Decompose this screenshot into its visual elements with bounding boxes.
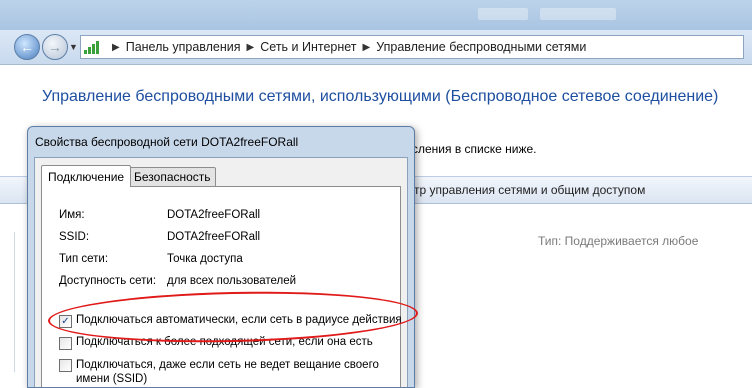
network-type-detail: Тип: Поддерживается любое [538,234,699,248]
dialog-body: Подключение Безопасность Имя: DOTA2freeF… [34,157,408,387]
breadcrumb-chevron-icon: ▶ [362,41,371,53]
auto-connect-label: Подключаться автоматически, если сеть в … [76,314,402,326]
connection-tab-page: Имя: DOTA2freeFORall SSID: DOTA2freeFORa… [41,186,402,387]
tab-security[interactable]: Безопасность [129,167,216,186]
navigation-bar: ← → ▼ ▶ Панель управления ▶ Сеть и Интер… [0,30,752,65]
name-label: Имя: [59,209,85,221]
arrow-left-icon: ← [20,39,34,55]
auto-connect-option[interactable]: ✓ Подключаться автоматически, если сеть … [59,314,402,328]
prefer-network-checkbox[interactable] [59,337,72,350]
breadcrumb-network-internet[interactable]: Сеть и Интернет [260,40,356,54]
network-type-value: Точка доступа [167,253,243,265]
name-value: DOTA2freeFORall [167,209,261,221]
auto-connect-checkbox[interactable]: ✓ [59,315,72,328]
hidden-ssid-label-line2: имени (SSID) [76,373,148,385]
prefer-network-label: Подключаться к более подходящей сети, ес… [76,336,373,348]
network-type-label: Тип сети: [59,253,109,265]
network-signal-icon [84,40,100,54]
breadcrumb-chevron-icon: ▶ [246,41,255,53]
breadcrumb-chevron-icon: ▶ [112,41,120,53]
ssid-label: SSID: [59,231,90,243]
network-center-link[interactable]: тр управления сетями и общим доступом [414,183,645,197]
page-description: сления в списке ниже. [412,142,537,156]
hidden-ssid-option[interactable]: Подключаться, даже если сеть не ведет ве… [59,358,379,386]
address-bar[interactable]: ▶ Панель управления ▶ Сеть и Интернет ▶ … [80,35,744,59]
availability-value: для всех пользователей [167,275,297,287]
title-ghost-block [478,8,528,20]
window-title-strip [0,0,752,30]
ssid-value: DOTA2freeFORall [167,231,261,243]
availability-label: Доступность сети: [59,275,157,287]
back-button[interactable]: ← [14,34,40,60]
hidden-ssid-checkbox[interactable] [59,359,72,372]
forward-button[interactable]: → [42,34,68,60]
wireless-properties-dialog: Свойства беспроводной сети DOTA2freeFORa… [27,126,415,388]
tab-connection[interactable]: Подключение [41,165,132,187]
recent-pages-dropdown[interactable]: ▼ [69,42,78,52]
dialog-title: Свойства беспроводной сети DOTA2freeFORa… [35,135,299,149]
page-heading: Управление беспроводными сетями, использ… [42,88,719,105]
prefer-network-option[interactable]: Подключаться к более подходящей сети, ес… [59,336,373,350]
hidden-ssid-label: Подключаться, даже если сеть не ведет ве… [76,359,379,371]
title-ghost-block [540,8,616,20]
arrow-right-icon: → [48,39,62,55]
breadcrumb-control-panel[interactable]: Панель управления [126,40,241,54]
breadcrumb-wireless-networks[interactable]: Управление беспроводными сетями [376,40,586,54]
